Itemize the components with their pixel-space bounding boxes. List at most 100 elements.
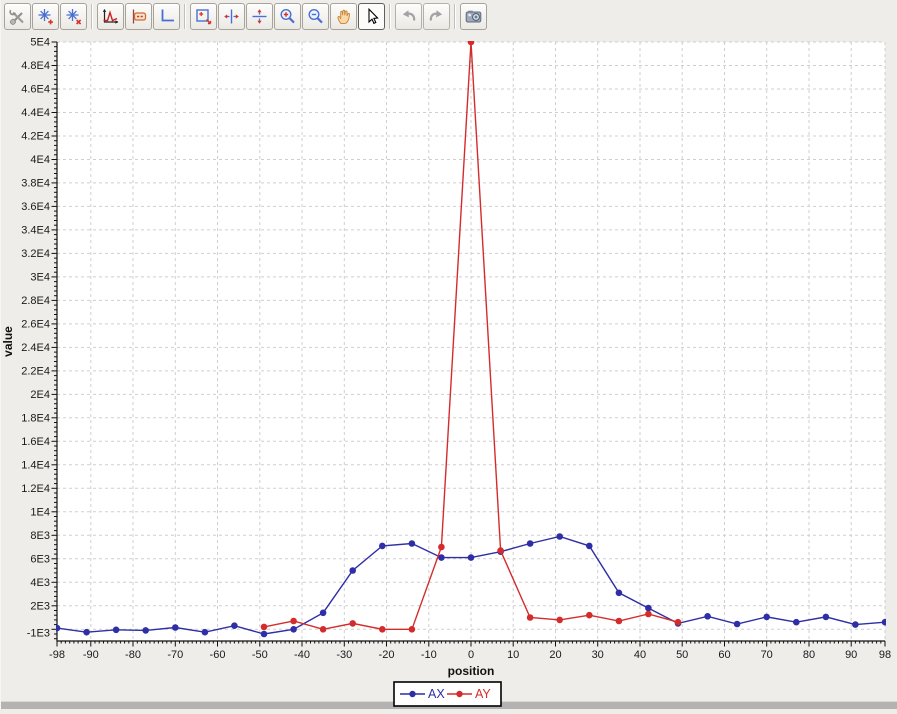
data-point <box>556 617 563 624</box>
x-tick-label: 40 <box>634 649 646 661</box>
toolbar-button-axes[interactable] <box>153 3 180 30</box>
expand-horizontal-icon <box>222 7 241 26</box>
data-point <box>675 619 682 626</box>
y-tick-label: 1.8E4 <box>21 412 50 424</box>
toolbar-button-add-cursor[interactable] <box>32 3 59 30</box>
toolbar-button-remove-cursor[interactable] <box>60 3 87 30</box>
x-tick-label: 60 <box>718 649 730 661</box>
x-tick-label: -70 <box>167 649 183 661</box>
legend[interactable]: AXAY <box>394 682 501 706</box>
x-tick-label: -60 <box>210 649 226 661</box>
data-point <box>349 620 356 627</box>
data-point <box>763 614 770 621</box>
legend-label: AX <box>428 687 445 701</box>
y-tick-label: 3.4E4 <box>21 224 50 236</box>
toolbar-button-zoom-in[interactable] <box>274 3 301 30</box>
label-icon <box>129 7 148 26</box>
data-point <box>54 625 61 632</box>
expand-vertical-icon <box>250 7 269 26</box>
chart-canvas: -98-90-80-70-60-50-40-30-20-100102030405… <box>1 32 897 709</box>
data-point <box>527 614 534 621</box>
toolbar-button-expand-vertical[interactable] <box>246 3 273 30</box>
x-tick-label: 0 <box>468 649 474 661</box>
y-tick-label: 2.4E4 <box>21 342 50 354</box>
toolbar-separator <box>454 4 456 29</box>
x-axis-title: position <box>448 664 495 678</box>
data-point <box>586 612 593 619</box>
data-point <box>556 533 563 540</box>
zoom-out-icon <box>306 7 325 26</box>
y-tick-label: 4.6E4 <box>21 84 50 96</box>
data-point <box>616 590 623 597</box>
data-point <box>409 626 416 633</box>
redo-icon <box>427 7 446 26</box>
x-tick-label: -30 <box>336 649 352 661</box>
zoom-box-icon <box>194 7 213 26</box>
y-tick-label: 4.8E4 <box>21 60 50 72</box>
y-tick-label: 1E4 <box>30 506 50 518</box>
data-point <box>231 622 238 629</box>
y-tick-label: 6E3 <box>30 553 50 565</box>
y-axis-title: value <box>1 326 15 357</box>
data-point <box>261 624 268 631</box>
axes-icon <box>157 7 176 26</box>
x-tick-label: 80 <box>803 649 815 661</box>
y-tick-label: 2.6E4 <box>21 318 50 330</box>
x-tick-label: -50 <box>252 649 268 661</box>
data-point <box>261 631 268 638</box>
data-point <box>83 629 90 636</box>
toolbar <box>4 2 488 31</box>
x-tick-label: -20 <box>379 649 395 661</box>
x-tick-label: 50 <box>676 649 688 661</box>
undo-icon <box>399 7 418 26</box>
toolbar-button-camera[interactable] <box>460 3 487 30</box>
pointer-icon <box>362 7 381 26</box>
pan-icon <box>334 7 353 26</box>
data-point <box>616 618 623 625</box>
toolbar-button-zoom-box[interactable] <box>190 3 217 30</box>
x-tick-label: 70 <box>761 649 773 661</box>
x-tick-label: 98 <box>879 649 891 661</box>
remove-cursor-icon <box>64 7 83 26</box>
toolbar-button-pan[interactable] <box>330 3 357 30</box>
add-cursor-icon <box>36 7 55 26</box>
plot-area[interactable] <box>57 42 885 641</box>
x-tick-label: 30 <box>592 649 604 661</box>
toolbar-separator <box>389 4 391 29</box>
x-tick-label: -40 <box>294 649 310 661</box>
y-tick-label: 3.8E4 <box>21 177 50 189</box>
data-point <box>586 543 593 550</box>
data-point <box>882 619 889 626</box>
y-tick-label: 1.4E4 <box>21 459 50 471</box>
x-tick-labels: -98-90-80-70-60-50-40-30-20-100102030405… <box>49 649 891 661</box>
y-tick-label: 1.2E4 <box>21 483 50 495</box>
data-point <box>734 621 741 628</box>
x-tick-label: -10 <box>421 649 437 661</box>
data-point <box>527 540 534 547</box>
data-point <box>823 614 830 621</box>
toolbar-button-zoom-out[interactable] <box>302 3 329 30</box>
legend-marker <box>409 691 415 697</box>
data-point <box>113 627 120 634</box>
toolbar-button-expand-horizontal[interactable] <box>218 3 245 30</box>
toolbar-button-tools[interactable] <box>4 3 31 30</box>
data-point <box>497 547 504 554</box>
toolbar-button-redo[interactable] <box>423 3 450 30</box>
toolbar-button-undo[interactable] <box>395 3 422 30</box>
y-tick-label: 4E3 <box>30 577 50 589</box>
data-point <box>645 605 652 612</box>
y-tick-label: 2E4 <box>30 389 50 401</box>
x-tick-label: 20 <box>549 649 561 661</box>
y-tick-label: 1.6E4 <box>21 436 50 448</box>
data-point <box>704 613 711 620</box>
toolbar-button-label[interactable] <box>125 3 152 30</box>
y-tick-label: 2.2E4 <box>21 365 50 377</box>
toolbar-button-plot-settings[interactable] <box>97 3 124 30</box>
toolbar-button-pointer[interactable] <box>358 3 385 30</box>
data-point <box>645 611 652 618</box>
data-point <box>172 624 179 631</box>
data-point <box>320 610 327 617</box>
y-tick-label: 4.4E4 <box>21 107 50 119</box>
y-tick-labels: 5E44.8E44.6E44.4E44.2E44E43.8E43.6E43.4E… <box>21 37 50 640</box>
y-tick-label: 2E3 <box>30 600 50 612</box>
